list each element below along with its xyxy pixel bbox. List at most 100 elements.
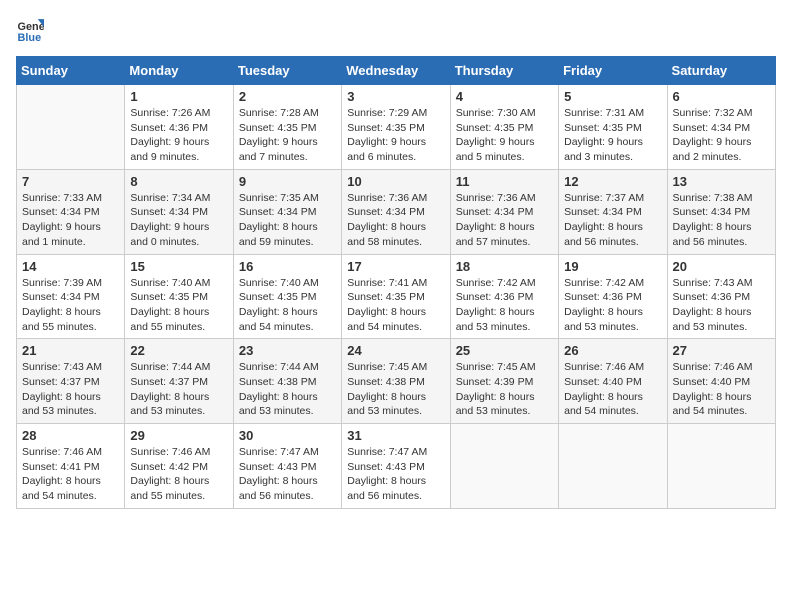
day-number: 5 — [564, 89, 661, 104]
day-number: 3 — [347, 89, 444, 104]
day-number: 9 — [239, 174, 336, 189]
day-number: 31 — [347, 428, 444, 443]
calendar-cell: 4 Sunrise: 7:30 AM Sunset: 4:35 PM Daylig… — [450, 85, 558, 170]
day-info: Sunrise: 7:42 AM Sunset: 4:36 PM Dayligh… — [456, 276, 553, 335]
weekday-header: Wednesday — [342, 57, 450, 85]
day-info: Sunrise: 7:40 AM Sunset: 4:35 PM Dayligh… — [239, 276, 336, 335]
day-number: 4 — [456, 89, 553, 104]
calendar-cell: 6Sunrise: 7:32 AM Sunset: 4:34 PM Daylig… — [667, 85, 775, 170]
calendar-cell: 10Sunrise: 7:36 AM Sunset: 4:34 PM Dayli… — [342, 169, 450, 254]
day-info: Sunrise: 7:29 AM Sunset: 4:35 PM Dayligh… — [347, 106, 444, 165]
calendar-cell: 26Sunrise: 7:46 AM Sunset: 4:40 PM Dayli… — [559, 339, 667, 424]
calendar-cell: 25Sunrise: 7:45 AM Sunset: 4:39 PM Dayli… — [450, 339, 558, 424]
day-number: 24 — [347, 343, 444, 358]
day-info: Sunrise: 7:41 AM Sunset: 4:35 PM Dayligh… — [347, 276, 444, 335]
calendar-cell: 11 Sunrise: 7:36 AM Sunset: 4:34 PM Dayli… — [450, 169, 558, 254]
day-info: Sunrise: 7:46 AM Sunset: 4:40 PM Dayligh… — [564, 360, 661, 419]
day-info: Sunrise: 7:40 AM Sunset: 4:35 PM Dayligh… — [130, 276, 227, 335]
weekday-header: Friday — [559, 57, 667, 85]
calendar-cell — [450, 424, 558, 509]
calendar-cell: 30 Sunrise: 7:47 AM Sunset: 4:43 PM Dayli… — [233, 424, 341, 509]
day-number: 30 — [239, 428, 336, 443]
day-number: 14 — [22, 259, 119, 274]
weekday-header: Sunday — [17, 57, 125, 85]
calendar-cell: 31 Sunrise: 7:47 AM Sunset: 4:43 PM Dayli… — [342, 424, 450, 509]
day-info: Sunrise: 7:43 AM Sunset: 4:36 PM Dayligh… — [673, 276, 770, 335]
logo: General Blue — [16, 16, 48, 44]
calendar-cell: 17 Sunrise: 7:41 AM Sunset: 4:35 PM Dayli… — [342, 254, 450, 339]
calendar-cell: 14 Sunrise: 7:39 AM Sunset: 4:34 PM Dayli… — [17, 254, 125, 339]
calendar-cell: 23Sunrise: 7:44 AM Sunset: 4:38 PM Dayli… — [233, 339, 341, 424]
day-number: 20 — [673, 259, 770, 274]
day-number: 27 — [673, 343, 770, 358]
calendar-cell: 9 Sunrise: 7:35 AM Sunset: 4:34 PM Daylig… — [233, 169, 341, 254]
calendar-cell: 28 Sunrise: 7:46 AM Sunset: 4:41 PM Dayli… — [17, 424, 125, 509]
weekday-header: Thursday — [450, 57, 558, 85]
day-info: Sunrise: 7:42 AM Sunset: 4:36 PM Dayligh… — [564, 276, 661, 335]
day-info: Sunrise: 7:47 AM Sunset: 4:43 PM Dayligh… — [239, 445, 336, 504]
calendar-week-row: 7 Sunrise: 7:33 AM Sunset: 4:34 PM Daylig… — [17, 169, 776, 254]
day-info: Sunrise: 7:31 AM Sunset: 4:35 PM Dayligh… — [564, 106, 661, 165]
calendar-cell: 13 Sunrise: 7:38 AM Sunset: 4:34 PM Dayli… — [667, 169, 775, 254]
day-info: Sunrise: 7:37 AM Sunset: 4:34 PM Dayligh… — [564, 191, 661, 250]
day-info: Sunrise: 7:30 AM Sunset: 4:35 PM Dayligh… — [456, 106, 553, 165]
day-number: 21 — [22, 343, 119, 358]
logo-icon: General Blue — [16, 16, 44, 44]
day-info: Sunrise: 7:34 AM Sunset: 4:34 PM Dayligh… — [130, 191, 227, 250]
calendar-body: 1 Sunrise: 7:26 AM Sunset: 4:36 PM Daylig… — [17, 85, 776, 509]
calendar-week-row: 21 Sunrise: 7:43 AM Sunset: 4:37 PM Dayli… — [17, 339, 776, 424]
day-info: Sunrise: 7:35 AM Sunset: 4:34 PM Dayligh… — [239, 191, 336, 250]
day-number: 19 — [564, 259, 661, 274]
day-number: 17 — [347, 259, 444, 274]
calendar-cell: 22 Sunrise: 7:44 AM Sunset: 4:37 PM Dayli… — [125, 339, 233, 424]
day-number: 13 — [673, 174, 770, 189]
day-info: Sunrise: 7:43 AM Sunset: 4:37 PM Dayligh… — [22, 360, 119, 419]
day-info: Sunrise: 7:46 AM Sunset: 4:41 PM Dayligh… — [22, 445, 119, 504]
calendar-cell: 16 Sunrise: 7:40 AM Sunset: 4:35 PM Dayli… — [233, 254, 341, 339]
calendar-cell: 7 Sunrise: 7:33 AM Sunset: 4:34 PM Daylig… — [17, 169, 125, 254]
day-info: Sunrise: 7:36 AM Sunset: 4:34 PM Dayligh… — [347, 191, 444, 250]
svg-text:Blue: Blue — [18, 32, 42, 44]
day-info: Sunrise: 7:36 AM Sunset: 4:34 PM Dayligh… — [456, 191, 553, 250]
day-number: 11 — [456, 174, 553, 189]
day-number: 28 — [22, 428, 119, 443]
day-number: 12 — [564, 174, 661, 189]
calendar-cell: 27 Sunrise: 7:46 AM Sunset: 4:40 PM Dayli… — [667, 339, 775, 424]
day-info: Sunrise: 7:46 AM Sunset: 4:42 PM Dayligh… — [130, 445, 227, 504]
calendar-cell: 12 Sunrise: 7:37 AM Sunset: 4:34 PM Dayli… — [559, 169, 667, 254]
day-number: 22 — [130, 343, 227, 358]
day-info: Sunrise: 7:44 AM Sunset: 4:37 PM Dayligh… — [130, 360, 227, 419]
day-info: Sunrise: 7:45 AM Sunset: 4:38 PM Dayligh… — [347, 360, 444, 419]
calendar-week-row: 28 Sunrise: 7:46 AM Sunset: 4:41 PM Dayli… — [17, 424, 776, 509]
day-info: Sunrise: 7:47 AM Sunset: 4:43 PM Dayligh… — [347, 445, 444, 504]
calendar-cell: 15 Sunrise: 7:40 AM Sunset: 4:35 PM Dayli… — [125, 254, 233, 339]
day-number: 6 — [673, 89, 770, 104]
calendar-table: SundayMondayTuesdayWednesdayThursdayFrid… — [16, 56, 776, 509]
calendar-cell: 18 Sunrise: 7:42 AM Sunset: 4:36 PM Dayli… — [450, 254, 558, 339]
day-number: 1 — [130, 89, 227, 104]
day-info: Sunrise: 7:33 AM Sunset: 4:34 PM Dayligh… — [22, 191, 119, 250]
day-number: 7 — [22, 174, 119, 189]
day-number: 2 — [239, 89, 336, 104]
calendar-cell: 3 Sunrise: 7:29 AM Sunset: 4:35 PM Daylig… — [342, 85, 450, 170]
weekday-header-row: SundayMondayTuesdayWednesdayThursdayFrid… — [17, 57, 776, 85]
day-number: 15 — [130, 259, 227, 274]
calendar-cell: 21 Sunrise: 7:43 AM Sunset: 4:37 PM Dayli… — [17, 339, 125, 424]
calendar-cell: 2Sunrise: 7:28 AM Sunset: 4:35 PM Daylig… — [233, 85, 341, 170]
day-number: 29 — [130, 428, 227, 443]
day-info: Sunrise: 7:46 AM Sunset: 4:40 PM Dayligh… — [673, 360, 770, 419]
day-info: Sunrise: 7:44 AM Sunset: 4:38 PM Dayligh… — [239, 360, 336, 419]
calendar-cell — [17, 85, 125, 170]
day-info: Sunrise: 7:26 AM Sunset: 4:36 PM Dayligh… — [130, 106, 227, 165]
calendar-cell: 29 Sunrise: 7:46 AM Sunset: 4:42 PM Dayli… — [125, 424, 233, 509]
calendar-cell: 20 Sunrise: 7:43 AM Sunset: 4:36 PM Dayli… — [667, 254, 775, 339]
weekday-header: Saturday — [667, 57, 775, 85]
calendar-cell: 19 Sunrise: 7:42 AM Sunset: 4:36 PM Dayli… — [559, 254, 667, 339]
calendar-cell: 5 Sunrise: 7:31 AM Sunset: 4:35 PM Daylig… — [559, 85, 667, 170]
day-info: Sunrise: 7:39 AM Sunset: 4:34 PM Dayligh… — [22, 276, 119, 335]
day-number: 8 — [130, 174, 227, 189]
day-number: 18 — [456, 259, 553, 274]
day-number: 16 — [239, 259, 336, 274]
calendar-cell: 8 Sunrise: 7:34 AM Sunset: 4:34 PM Daylig… — [125, 169, 233, 254]
day-info: Sunrise: 7:38 AM Sunset: 4:34 PM Dayligh… — [673, 191, 770, 250]
